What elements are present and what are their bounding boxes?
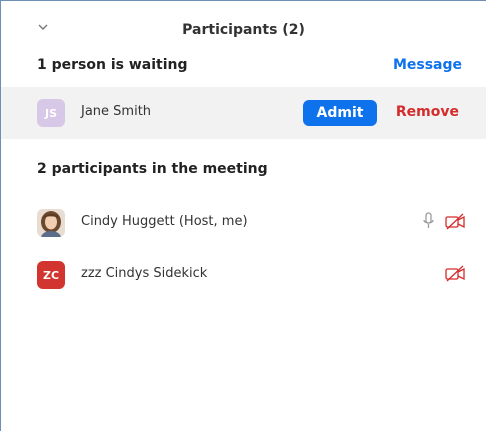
panel-header: Participants (2) xyxy=(1,1,486,57)
remove-button[interactable]: Remove xyxy=(396,104,459,120)
avatar-photo xyxy=(37,209,65,237)
video-off-icon[interactable] xyxy=(444,212,466,230)
avatar-initials: ZC xyxy=(42,268,60,282)
participants-panel: Participants (2) 1 person is waiting Mes… xyxy=(0,0,486,431)
avatar-initials: JS xyxy=(44,106,57,120)
waiting-room-heading: 1 person is waiting xyxy=(37,57,188,73)
waiting-participant-row[interactable]: JS Jane Smith Admit Remove xyxy=(1,87,486,139)
participant-row-guest[interactable]: ZC zzz Cindys Sidekick xyxy=(1,249,486,301)
participant-row-host[interactable]: Cindy Huggett (Host, me) xyxy=(1,197,486,249)
participant-name: Cindy Huggett (Host, me) xyxy=(81,214,248,229)
admit-button[interactable]: Admit xyxy=(303,100,377,126)
meeting-section-header: 2 participants in the meeting xyxy=(1,139,486,189)
avatar: ZC xyxy=(37,261,65,289)
meeting-heading: 2 participants in the meeting xyxy=(37,161,268,177)
panel-title: Participants (2) xyxy=(182,22,305,38)
microphone-icon[interactable] xyxy=(423,212,434,230)
avatar: JS xyxy=(37,99,65,127)
waiting-room-header: 1 person is waiting Message xyxy=(1,57,486,87)
message-button[interactable]: Message xyxy=(393,57,462,73)
participant-name: Jane Smith xyxy=(81,104,152,119)
video-off-icon[interactable] xyxy=(444,264,466,282)
participant-name: zzz Cindys Sidekick xyxy=(81,266,208,281)
